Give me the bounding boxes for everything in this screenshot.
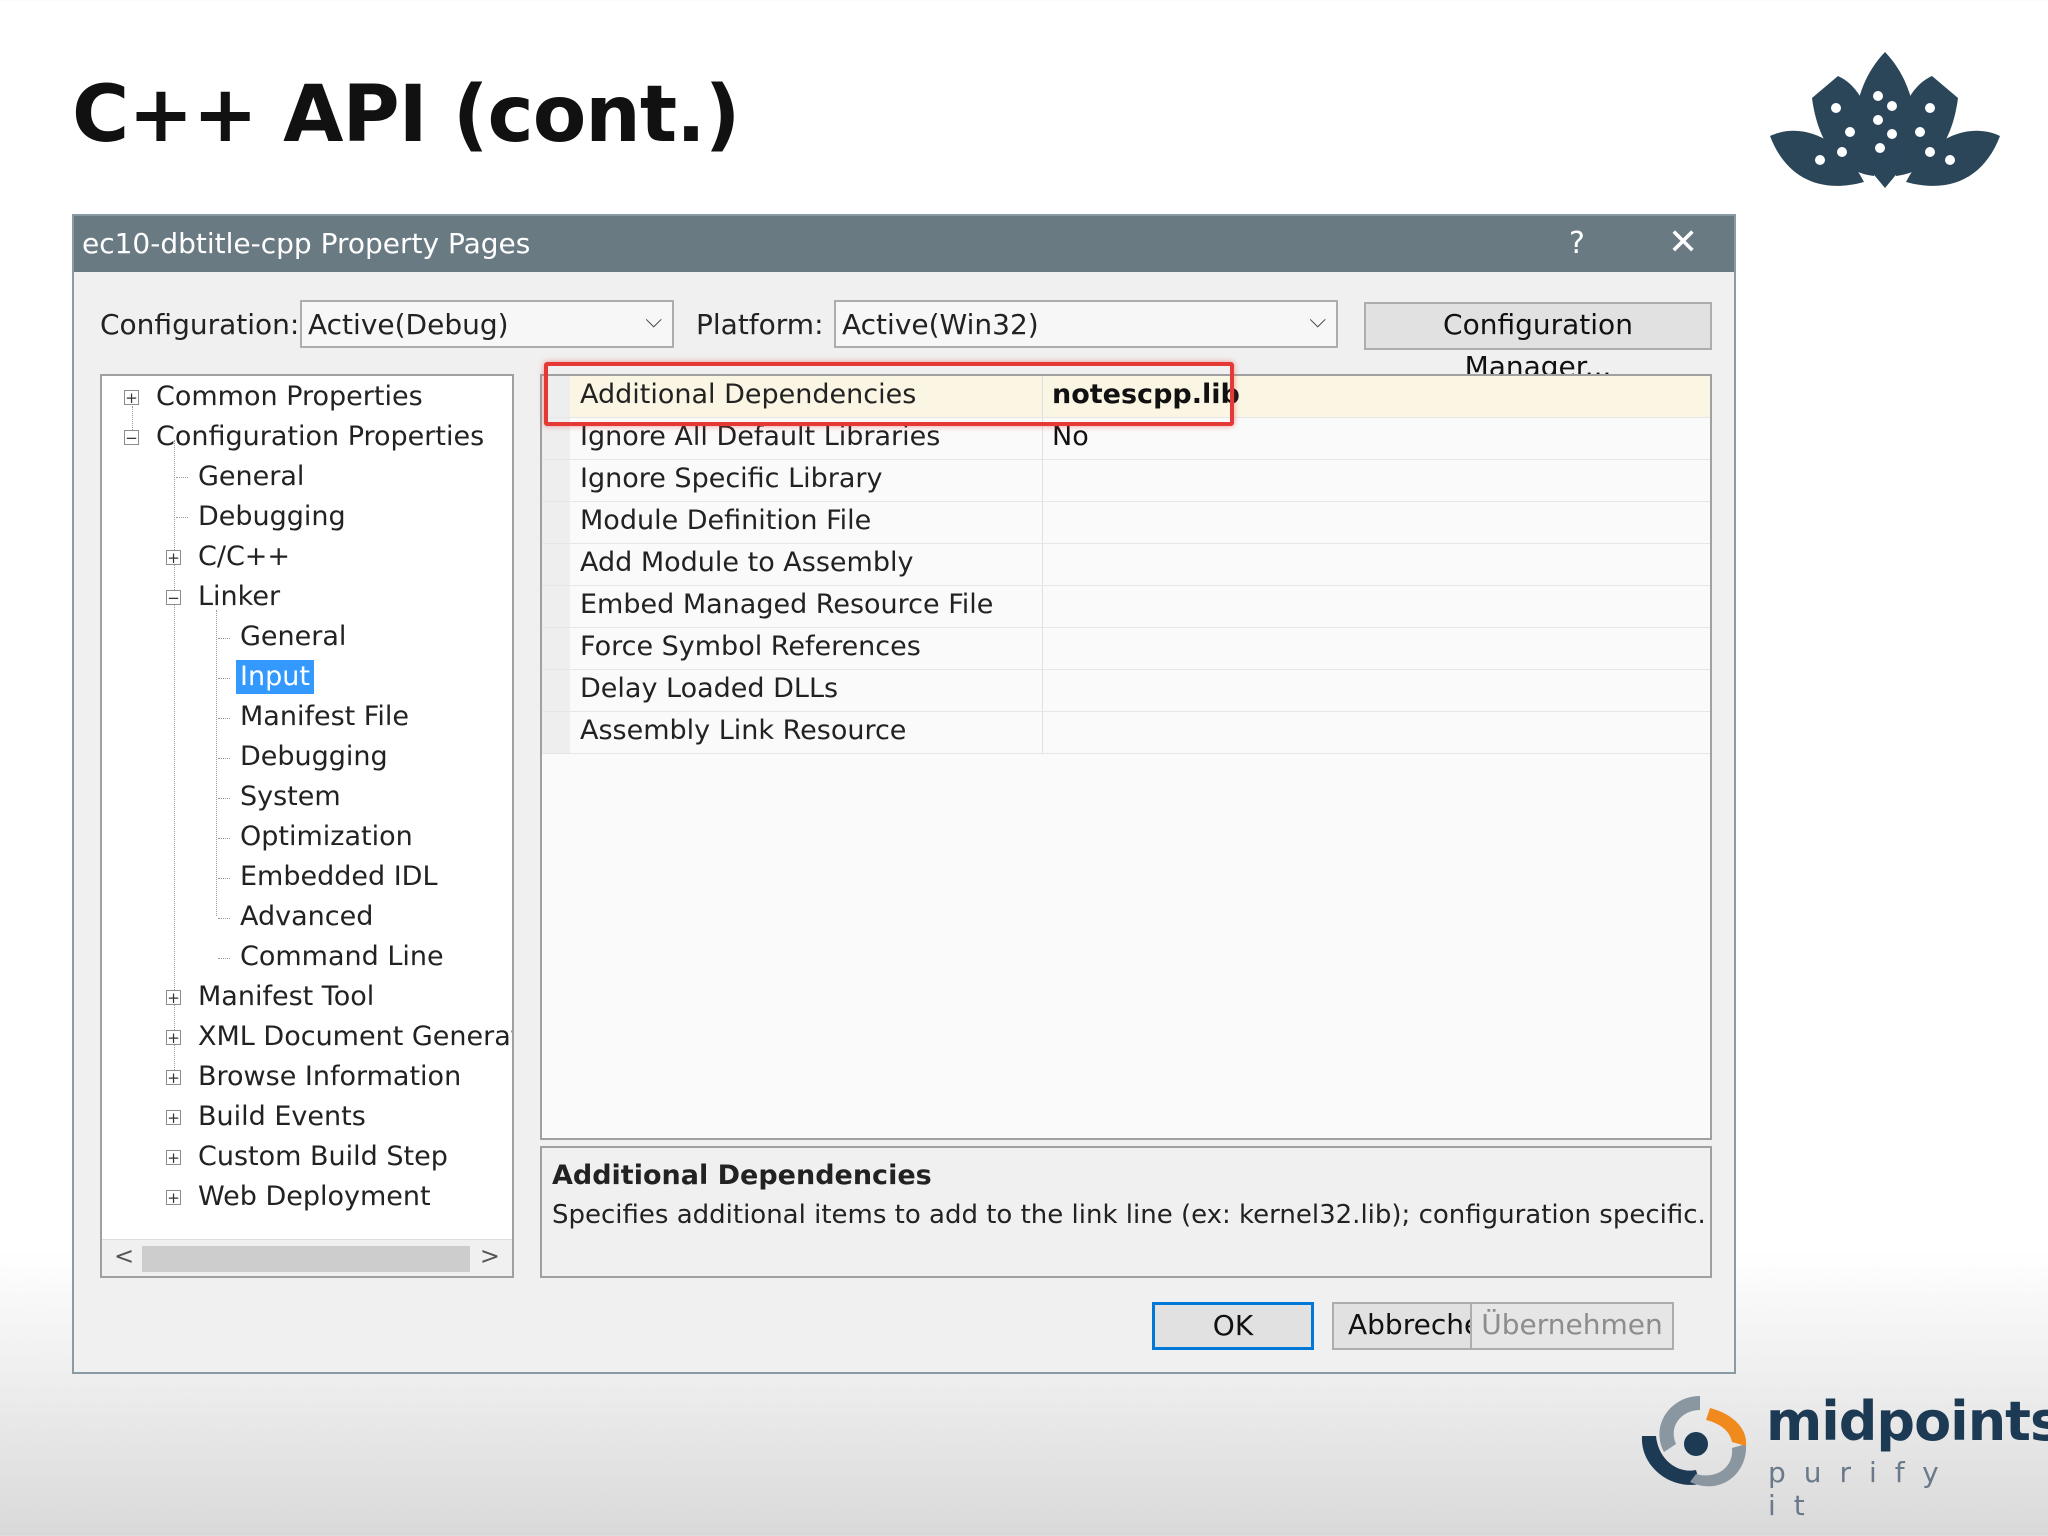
property-name: Module Definition File [580,505,872,536]
configuration-label: Configuration: [100,308,300,341]
brand-tagline: purify it [1768,1456,1957,1522]
cancel-button[interactable]: Abbrechen [1332,1302,1472,1350]
property-name: Embed Managed Resource File [580,589,994,620]
configuration-manager-button[interactable]: Configuration Manager... [1364,302,1712,383]
property-row[interactable]: Module Definition File [542,502,1710,544]
property-row[interactable]: Force Symbol References [542,628,1710,670]
tree-browse-information[interactable]: Browse Information [198,1060,461,1094]
property-row[interactable]: Embed Managed Resource File [542,586,1710,628]
description-heading: Additional Dependencies [552,1160,932,1191]
brand-name: midpoints [1766,1390,2048,1453]
scroll-left-icon[interactable]: < [114,1242,134,1270]
scroll-right-icon[interactable]: > [480,1242,500,1270]
scrollbar-thumb[interactable] [142,1246,470,1272]
platform-value: Active(Win32) [842,308,1039,341]
close-button[interactable]: ✕ [1668,222,1698,263]
midpoints-logo: midpoints purify it [1630,1386,2048,1522]
tree-general[interactable]: General [198,460,304,494]
tree-linker-embedded-idl[interactable]: Embedded IDL [240,860,438,894]
tree-linker-advanced[interactable]: Advanced [240,900,373,934]
tree-linker-optimization[interactable]: Optimization [240,820,413,854]
expand-icon[interactable]: + [166,1190,181,1206]
property-tree: + Common Properties − Configuration Prop… [100,374,514,1278]
tree-build-events[interactable]: Build Events [198,1100,366,1134]
description-text: Specifies additional items to add to the… [552,1200,1706,1230]
tree-debugging[interactable]: Debugging [198,500,346,534]
expand-icon[interactable]: + [166,1070,181,1086]
property-row[interactable]: Add Module to Assembly [542,544,1710,586]
property-row[interactable]: Delay Loaded DLLs [542,670,1710,712]
property-row[interactable]: Ignore Specific Library [542,460,1710,502]
tree-linker-manifest-file[interactable]: Manifest File [240,700,409,734]
dialog-titlebar: ec10-dbtitle-cpp Property Pages ? ✕ [74,216,1734,272]
lotus-logo [1770,52,2000,188]
chevron-down-icon: ⌵ [645,308,662,333]
tree-web-deployment[interactable]: Web Deployment [198,1180,431,1214]
tree-xml-document-generator[interactable]: XML Document Generator [198,1020,512,1054]
property-row[interactable]: Assembly Link Resource [542,712,1710,754]
collapse-icon[interactable]: − [166,590,181,606]
expand-icon[interactable]: + [166,1110,181,1126]
tree-horizontal-scrollbar[interactable]: < > [102,1239,512,1276]
slide-title: C++ API (cont.) [72,70,740,160]
tree-manifest-tool[interactable]: Manifest Tool [198,980,374,1014]
property-grid: Additional Dependencies notescpp.lib Ign… [540,374,1712,1140]
tree-configuration-properties[interactable]: Configuration Properties [156,420,484,454]
help-button[interactable]: ? [1569,226,1585,261]
expand-icon[interactable]: + [166,1030,181,1046]
expand-icon[interactable]: + [166,550,181,566]
property-name: Ignore Specific Library [580,463,883,494]
collapse-icon[interactable]: − [124,430,139,446]
tree-common-properties[interactable]: Common Properties [156,380,423,414]
tree-linker-general[interactable]: General [240,620,346,654]
tree-c-cpp[interactable]: C/C++ [198,540,290,574]
expand-icon[interactable]: + [166,990,181,1006]
property-pages-dialog: ec10-dbtitle-cpp Property Pages ? ✕ Conf… [72,214,1736,1374]
tree-linker-input[interactable]: Input [236,660,314,694]
apply-button[interactable]: Übernehmen [1470,1302,1674,1350]
platform-select[interactable]: Active(Win32) ⌵ [834,300,1338,348]
platform-label: Platform: [696,308,824,341]
midpoints-swirl-icon [1641,1396,1747,1487]
expand-icon[interactable]: + [166,1150,181,1166]
property-name: Delay Loaded DLLs [580,673,839,704]
ok-button[interactable]: OK [1152,1302,1314,1350]
tree-custom-build-step[interactable]: Custom Build Step [198,1140,448,1174]
property-name: Add Module to Assembly [580,547,914,578]
chevron-down-icon: ⌵ [1309,308,1326,333]
dialog-title: ec10-dbtitle-cpp Property Pages [82,227,531,260]
tree-linker-command-line[interactable]: Command Line [240,940,444,974]
tree-linker-debugging[interactable]: Debugging [240,740,388,774]
configuration-select[interactable]: Active(Debug) ⌵ [300,300,674,348]
description-panel: Additional Dependencies Specifies additi… [540,1146,1712,1278]
property-name: Assembly Link Resource [580,715,907,746]
configuration-value: Active(Debug) [308,308,509,341]
property-name: Force Symbol References [580,631,921,662]
red-highlight-box [544,362,1234,426]
tree-linker[interactable]: Linker [198,580,280,614]
expand-icon[interactable]: + [124,390,139,406]
tree-linker-system[interactable]: System [240,780,341,814]
